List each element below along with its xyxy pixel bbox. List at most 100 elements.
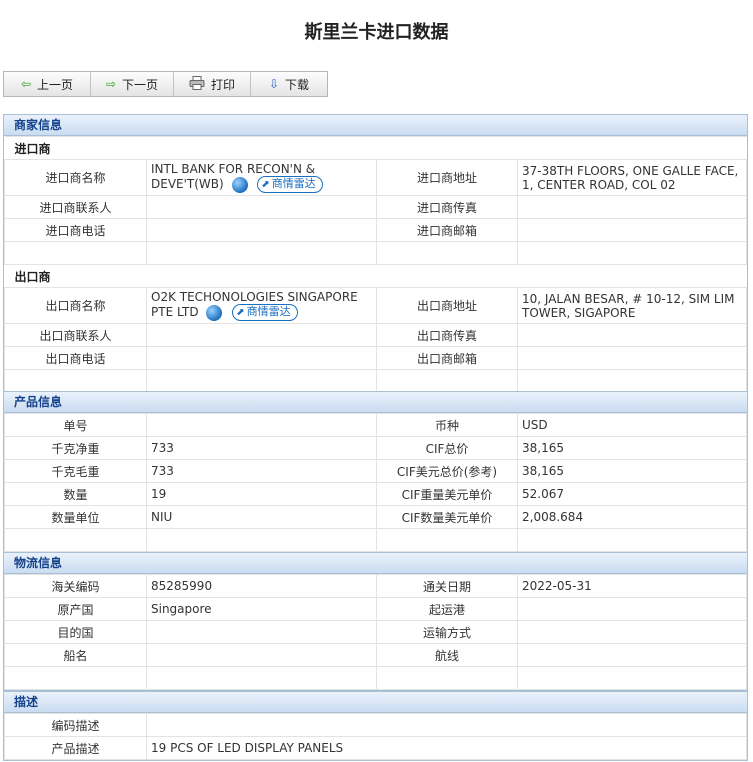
spacer-cell [376,369,518,393]
description-panel: 描述 编码描述 产品描述 19 PCS OF LED DISPLAY PANEL… [3,691,748,761]
field-label: 币种 [376,413,518,437]
logistics-panel: 物流信息 海关编码 85285990 通关日期 2022-05-31 原产国 Singap… [3,552,748,691]
product-section-title: 产品信息 [4,392,747,413]
table-row: 千克毛重 733 CIF美元总价(参考) 38,165 [4,459,747,483]
radar-icon: ⬈ [261,179,270,190]
field-label: CIF美元总价(参考) [376,459,518,483]
logistics-section-title: 物流信息 [4,553,747,574]
field-value: 38,165 [517,436,747,460]
field-value [517,597,747,621]
spacer-cell [4,666,147,690]
importer-fax [517,195,747,219]
spacer-cell [517,241,747,265]
importer-name-cell: INTL BANK FOR RECON'N & DEVE'T(WB) ⬈ 商情雷达 [146,159,377,196]
importer-address: 37-38TH FLOORS, ONE GALLE FACE, 1, CENTE… [517,159,747,196]
exporter-email [517,346,747,370]
field-value: 52.067 [517,482,747,506]
next-page-button[interactable]: ⇨ 下一页 [91,72,174,96]
field-value [146,643,377,667]
exporter-heading: 出口商 [4,264,747,288]
merchant-panel: 商家信息 进口商 进口商名称 INTL BANK FOR RECON'N & D… [3,114,748,394]
exporter-address: 10, JALAN BESAR, # 10-12, SIM LIM TOWER,… [517,287,747,324]
field-label: 数量 [4,482,147,506]
arrow-right-icon: ⇨ [105,77,117,91]
print-label: 打印 [210,77,235,92]
code-desc-label: 编码描述 [4,713,147,737]
field-value [146,413,377,437]
radar-label: 商情雷达 [271,177,316,190]
table-row: 数量单位 NIU CIF数量美元单价 2,008.684 [4,505,747,529]
importer-name-label: 进口商名称 [4,159,147,196]
field-value: 2,008.684 [517,505,747,529]
field-label: 海关编码 [4,574,147,598]
field-value: 19 [146,482,377,506]
exporter-contact-label: 出口商联系人 [4,323,147,347]
field-label: 数量单位 [4,505,147,529]
product-panel: 产品信息 单号 币种 USD 千克净重 733 CIF总价 38,165 千克毛重 733 CIF… [3,391,748,553]
field-label: 目的国 [4,620,147,644]
spacer-row [4,666,747,690]
importer-contact-label: 进口商联系人 [4,195,147,219]
importer-address-label: 进口商地址 [376,159,518,196]
spacer-cell [376,241,518,265]
field-value: NIU [146,505,377,529]
merchant-table: 进口商 进口商名称 INTL BANK FOR RECON'N & DEVE'T… [4,136,747,393]
spacer-cell [4,369,147,393]
table-row: 数量 19 CIF重量美元单价 52.067 [4,482,747,506]
table-row: 海关编码 85285990 通关日期 2022-05-31 [4,574,747,598]
field-value: USD [517,413,747,437]
spacer-cell [146,666,377,690]
importer-email [517,218,747,242]
product-desc-label: 产品描述 [4,736,147,760]
globe-icon[interactable] [231,176,248,193]
table-row: 千克净重 733 CIF总价 38,165 [4,436,747,460]
spacer-row [4,528,747,552]
next-page-label: 下一页 [122,77,159,92]
field-label: 千克毛重 [4,459,147,483]
field-value [146,620,377,644]
page-title: 斯里兰卡进口数据 [304,22,449,43]
exporter-name-label: 出口商名称 [4,287,147,324]
radar-icon: ⬈ [236,307,245,318]
product-table: 单号 币种 USD 千克净重 733 CIF总价 38,165 千克毛重 733 CIF美元总价(… [4,413,747,552]
prev-page-button[interactable]: ⇦ 上一页 [4,72,91,96]
description-table: 编码描述 产品描述 19 PCS OF LED DISPLAY PANELS [4,713,747,760]
importer-phone-label: 进口商电话 [4,218,147,242]
importer-email-label: 进口商邮箱 [376,218,518,242]
importer-contact [146,195,377,219]
field-label: 千克净重 [4,436,147,460]
print-button[interactable]: 打印 [174,72,251,96]
table-row: 原产国 Singapore 起运港 [4,597,747,621]
printer-icon [189,75,205,93]
exporter-phone [146,346,377,370]
field-value: 2022-05-31 [517,574,747,598]
code-desc [146,713,747,737]
exporter-contact [146,323,377,347]
logistics-table: 海关编码 85285990 通关日期 2022-05-31 原产国 Singapore 起运… [4,574,747,690]
importer-phone [146,218,377,242]
exporter-name-cell: O2K TECHONOLOGIES SINGAPORE PTE LTD ⬈ 商情雷… [146,287,377,324]
spacer-cell [517,528,747,552]
spacer-cell [146,528,377,552]
field-value: Singapore [146,597,377,621]
exporter-radar-link[interactable]: ⬈ 商情雷达 [232,304,298,321]
table-row: 船名 航线 [4,643,747,667]
field-label: 起运港 [376,597,518,621]
field-value: 733 [146,459,377,483]
globe-icon[interactable] [206,304,223,321]
table-row: 目的国 运输方式 [4,620,747,644]
field-value: 38,165 [517,459,747,483]
exporter-email-label: 出口商邮箱 [376,346,518,370]
spacer-cell [146,369,377,393]
spacer-cell [146,241,377,265]
exporter-fax [517,323,747,347]
description-section-title: 描述 [4,692,747,713]
download-button[interactable]: ⇩ 下载 [251,72,327,96]
importer-radar-link[interactable]: ⬈ 商情雷达 [257,176,323,193]
field-label: CIF重量美元单价 [376,482,518,506]
field-value [517,620,747,644]
field-label: CIF数量美元单价 [376,505,518,529]
toolbar: ⇦ 上一页 ⇨ 下一页 打印 ⇩ 下载 [3,71,328,97]
product-desc: 19 PCS OF LED DISPLAY PANELS [146,736,747,760]
spacer-cell [517,369,747,393]
